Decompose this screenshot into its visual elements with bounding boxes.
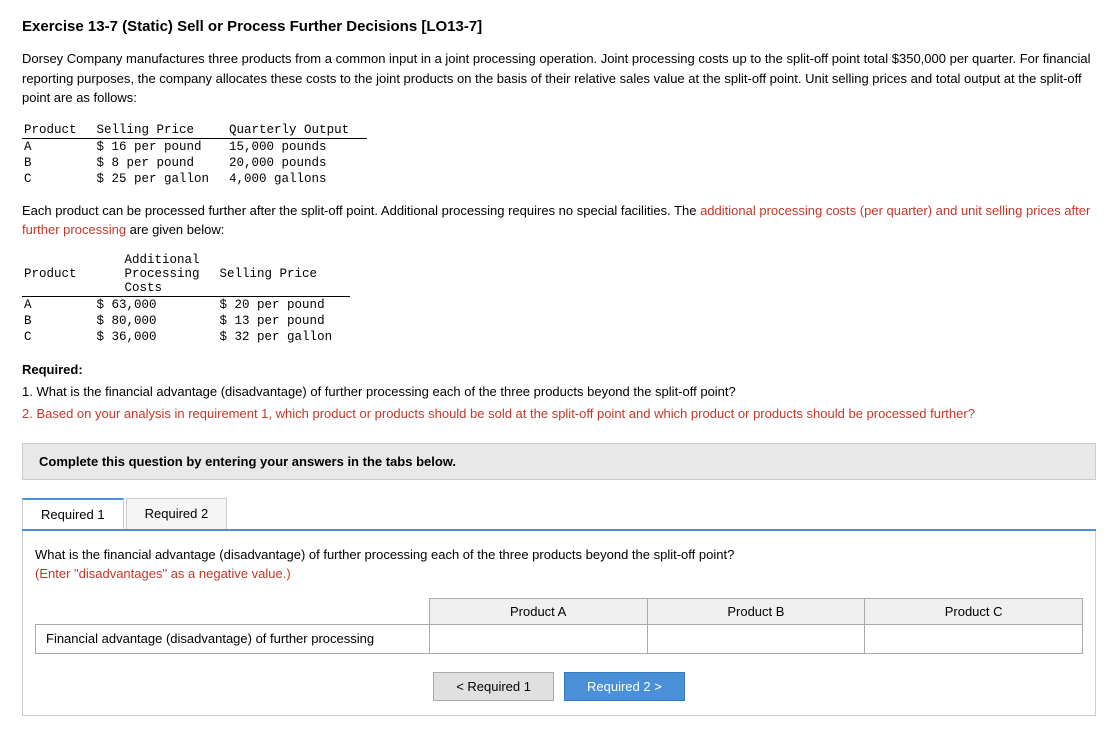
product-a-input[interactable] (430, 625, 647, 653)
tabs-row: Required 1 Required 2 (22, 498, 1096, 531)
required-item-2: 2. Based on your analysis in requirement… (22, 406, 975, 421)
product-b-input[interactable] (648, 625, 865, 653)
row3-price: $ 25 per gallon (95, 171, 228, 187)
tab-content: What is the financial advantage (disadva… (22, 531, 1096, 716)
empty-header (36, 598, 430, 624)
prev-btn[interactable]: < Required 1 (433, 672, 554, 701)
t2-col-product: Product (22, 252, 95, 297)
row2-product: B (22, 155, 95, 171)
row2-price: $ 8 per pound (95, 155, 228, 171)
t2-row3-product: C (22, 329, 95, 345)
t2-col-add-costs: Additional Processing Costs (95, 252, 218, 297)
col-selling-price: Selling Price (95, 122, 228, 139)
tab-question: What is the financial advantage (disadva… (35, 545, 1083, 584)
row1-output: 15,000 pounds (227, 138, 367, 155)
tab-question-line1: What is the financial advantage (disadva… (35, 547, 734, 562)
row1-price: $ 16 per pound (95, 138, 228, 155)
col-product-c: Product C (865, 598, 1083, 624)
col-product: Product (22, 122, 95, 139)
answer-table: Product A Product B Product C Financial … (35, 598, 1083, 654)
bottom-nav: < Required 1 Required 2 > (35, 672, 1083, 701)
description-text: Dorsey Company manufactures three produc… (22, 51, 1091, 105)
required-item-1: 1. What is the financial advantage (disa… (22, 384, 736, 399)
para2-text: Each product can be processed further af… (22, 203, 1090, 238)
answer-row: Financial advantage (disadvantage) of fu… (36, 624, 1083, 653)
tab-required-1[interactable]: Required 1 (22, 498, 124, 529)
t2-row2-price: $ 13 per pound (218, 313, 351, 329)
product-a-input-cell (429, 624, 647, 653)
col-product-a: Product A (429, 598, 647, 624)
row2-output: 20,000 pounds (227, 155, 367, 171)
product-c-input[interactable] (865, 625, 1082, 653)
t2-col-selling-price: Selling Price (218, 252, 351, 297)
para2: Each product can be processed further af… (22, 201, 1096, 240)
t2-row3-costs: $ 36,000 (95, 329, 218, 345)
col-product-b: Product B (647, 598, 865, 624)
row3-product: C (22, 171, 95, 187)
row1-product: A (22, 138, 95, 155)
product-b-input-cell (647, 624, 865, 653)
tab-question-line2: (Enter "disadvantages" as a negative val… (35, 566, 291, 581)
t2-row3-price: $ 32 per gallon (218, 329, 351, 345)
required-label: Required: (22, 362, 83, 377)
tab-required-2[interactable]: Required 2 (126, 498, 228, 529)
t2-row2-costs: $ 80,000 (95, 313, 218, 329)
split-off-table: Product Selling Price Quarterly Output A… (22, 122, 367, 187)
complete-box: Complete this question by entering your … (22, 443, 1096, 480)
t2-row1-product: A (22, 296, 95, 313)
exercise-title: Exercise 13-7 (Static) Sell or Process F… (22, 18, 1096, 35)
t2-row2-product: B (22, 313, 95, 329)
required-section: Required: 1. What is the financial advan… (22, 359, 1096, 425)
t2-row1-costs: $ 63,000 (95, 296, 218, 313)
product-c-input-cell (865, 624, 1083, 653)
col-quarterly-output: Quarterly Output (227, 122, 367, 139)
row-label: Financial advantage (disadvantage) of fu… (36, 624, 430, 653)
next-btn[interactable]: Required 2 > (564, 672, 685, 701)
row3-output: 4,000 gallons (227, 171, 367, 187)
description-para1: Dorsey Company manufactures three produc… (22, 49, 1096, 108)
t2-row1-price: $ 20 per pound (218, 296, 351, 313)
further-processing-table: Product Additional Processing Costs Sell… (22, 252, 350, 345)
